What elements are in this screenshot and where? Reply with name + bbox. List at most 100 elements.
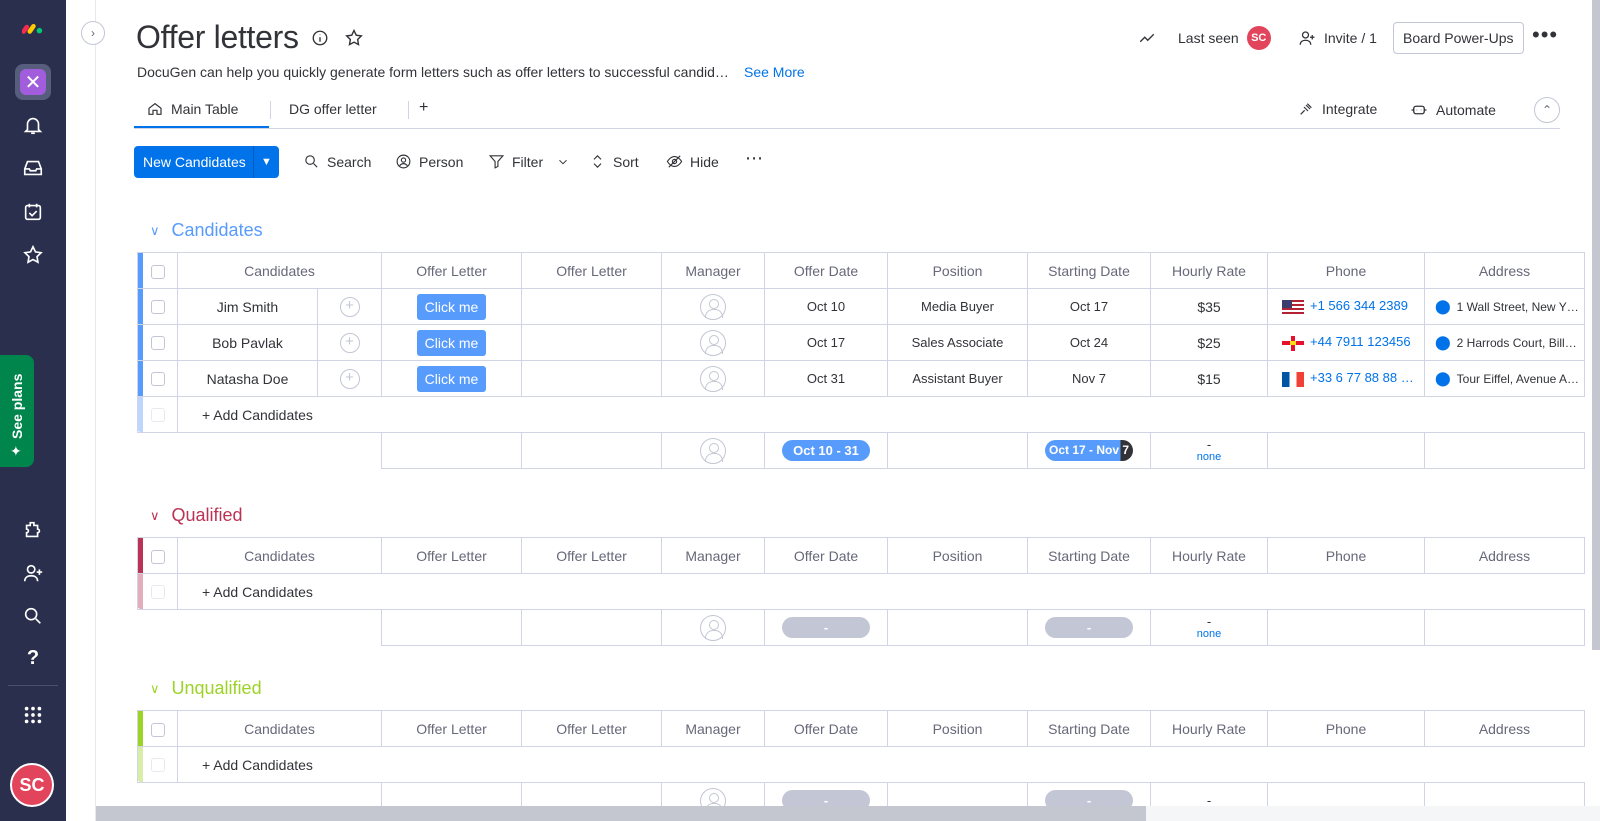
collapse-header-chevron-icon[interactable]: ⌃ [1534, 97, 1560, 123]
more-toolbar-icon[interactable]: ⋯ [745, 148, 763, 169]
invite-button[interactable]: Invite / 1 [1298, 22, 1377, 54]
group-collapse-chevron-icon[interactable]: ∨ [150, 681, 160, 697]
offer-letter-file-cell[interactable] [521, 324, 662, 361]
column-header-offer-date[interactable]: Offer Date [764, 252, 888, 289]
board-title[interactable]: Offer letters [136, 19, 299, 56]
add-update-cell[interactable]: + [317, 288, 382, 325]
manager-cell[interactable] [661, 360, 765, 397]
column-header-manager[interactable]: Manager [661, 710, 765, 747]
activity-icon[interactable] [1138, 22, 1156, 54]
offer-letter-file-cell[interactable] [521, 360, 662, 397]
column-header-candidates[interactable]: Candidates [177, 710, 382, 747]
column-header-offer-date[interactable]: Offer Date [764, 710, 888, 747]
column-header-position[interactable]: Position [887, 252, 1028, 289]
starting-date-summary[interactable]: Oct 17 - Nov 7 [1027, 432, 1151, 469]
inbox-icon[interactable] [18, 153, 48, 183]
column-header-position[interactable]: Position [887, 710, 1028, 747]
row-checkbox[interactable] [150, 300, 165, 315]
group-header-unqualified[interactable]: ∨ Unqualified [150, 678, 262, 699]
add-update-icon[interactable]: + [339, 332, 360, 353]
products-grid-icon[interactable] [18, 700, 48, 730]
column-header-offer-letter[interactable]: Offer Letter [381, 252, 522, 289]
hourly-rate-summary[interactable]: - none [1150, 609, 1268, 646]
notifications-icon[interactable] [18, 110, 48, 140]
column-header-offer-letter-2[interactable]: Offer Letter [521, 710, 662, 747]
hourly-rate-cell[interactable]: $15 [1150, 360, 1268, 397]
column-header-hourly-rate[interactable]: Hourly Rate [1150, 710, 1268, 747]
tab-dg-offer-letter[interactable]: DG offer letter [289, 101, 377, 117]
offer-letter-file-cell[interactable] [521, 288, 662, 325]
offer-date-cell[interactable]: Oct 10 [764, 288, 888, 325]
add-item-input[interactable]: + Add Candidates [177, 396, 1585, 433]
select-all-checkbox[interactable] [150, 722, 165, 737]
add-update-cell[interactable]: + [317, 324, 382, 361]
address-cell[interactable]: ⬤ 1 Wall Street, New Y… [1424, 288, 1585, 325]
select-all-cell[interactable] [137, 537, 178, 574]
starting-date-cell[interactable]: Oct 24 [1027, 324, 1151, 361]
position-cell[interactable]: Assistant Buyer [887, 360, 1028, 397]
workspace-button[interactable]: ✕ [15, 64, 51, 100]
column-header-manager[interactable]: Manager [661, 252, 765, 289]
position-cell[interactable]: Media Buyer [887, 288, 1028, 325]
group-header-qualified[interactable]: ∨ Qualified [150, 505, 243, 526]
expand-panel-chevron-icon[interactable]: › [81, 21, 105, 45]
click-me-button[interactable]: Click me [416, 293, 487, 320]
row-select-cell[interactable] [137, 288, 178, 325]
add-view-button[interactable]: + [419, 99, 428, 117]
select-all-checkbox[interactable] [150, 264, 165, 279]
candidate-name[interactable]: Natasha Doe [177, 360, 318, 397]
group-title[interactable]: Candidates [172, 220, 263, 241]
hourly-rate-cell[interactable]: $35 [1150, 288, 1268, 325]
hide-columns-button[interactable]: Hide [666, 153, 719, 170]
my-work-icon[interactable] [18, 197, 48, 227]
column-header-position[interactable]: Position [887, 537, 1028, 574]
offer-date-cell[interactable]: Oct 31 [764, 360, 888, 397]
row-checkbox[interactable] [150, 372, 165, 387]
group-title[interactable]: Unqualified [172, 678, 262, 699]
click-me-button[interactable]: Click me [416, 329, 487, 356]
manager-cell[interactable] [661, 288, 765, 325]
row-select-cell[interactable] [137, 360, 178, 397]
add-item-input[interactable]: + Add Candidates [177, 573, 1585, 610]
group-collapse-chevron-icon[interactable]: ∨ [150, 508, 160, 524]
column-header-offer-letter-2[interactable]: Offer Letter [521, 537, 662, 574]
starting-date-cell[interactable]: Nov 7 [1027, 360, 1151, 397]
group-collapse-chevron-icon[interactable]: ∨ [150, 223, 160, 239]
monday-logo-icon[interactable] [18, 12, 48, 42]
offer-date-summary[interactable]: Oct 10 - 31 [764, 432, 888, 469]
phone-cell[interactable]: +1 566 344 2389 [1267, 288, 1425, 325]
hourly-rate-summary[interactable]: - none [1150, 432, 1268, 469]
favorites-icon[interactable] [18, 240, 48, 270]
position-cell[interactable]: Sales Associate [887, 324, 1028, 361]
column-header-candidates[interactable]: Candidates [177, 537, 382, 574]
search-button[interactable]: Search [303, 153, 371, 170]
starting-date-cell[interactable]: Oct 17 [1027, 288, 1151, 325]
column-header-phone[interactable]: Phone [1267, 537, 1425, 574]
info-icon[interactable] [310, 28, 330, 48]
starting-date-summary[interactable]: - [1027, 609, 1151, 646]
candidate-name[interactable]: Bob Pavlak [177, 324, 318, 361]
automate-button[interactable]: Automate [1410, 101, 1496, 119]
sort-button[interactable]: Sort [589, 153, 639, 170]
add-update-icon[interactable]: + [339, 368, 360, 389]
horizontal-scrollbar-thumb[interactable] [96, 806, 1146, 821]
invite-members-icon[interactable] [18, 558, 48, 588]
add-update-icon[interactable]: + [339, 296, 360, 317]
column-header-address[interactable]: Address [1424, 537, 1585, 574]
select-all-checkbox[interactable] [150, 549, 165, 564]
search-icon[interactable] [18, 601, 48, 631]
candidate-name[interactable]: Jim Smith [177, 288, 318, 325]
column-header-address[interactable]: Address [1424, 252, 1585, 289]
column-header-offer-letter[interactable]: Offer Letter [381, 537, 522, 574]
new-item-button[interactable]: New Candidates ▼ [134, 146, 279, 178]
hourly-rate-cell[interactable]: $25 [1150, 324, 1268, 361]
group-header-candidates[interactable]: ∨ Candidates [150, 220, 263, 241]
add-item-input[interactable]: + Add Candidates [177, 746, 1585, 783]
column-header-offer-letter-2[interactable]: Offer Letter [521, 252, 662, 289]
address-cell[interactable]: ⬤ Tour Eiffel, Avenue A… [1424, 360, 1585, 397]
tab-main-table[interactable]: Main Table [147, 101, 238, 117]
new-item-dropdown-chevron-icon[interactable]: ▼ [253, 146, 279, 178]
select-all-cell[interactable] [137, 710, 178, 747]
column-header-manager[interactable]: Manager [661, 537, 765, 574]
filter-button[interactable]: Filter [488, 153, 570, 170]
